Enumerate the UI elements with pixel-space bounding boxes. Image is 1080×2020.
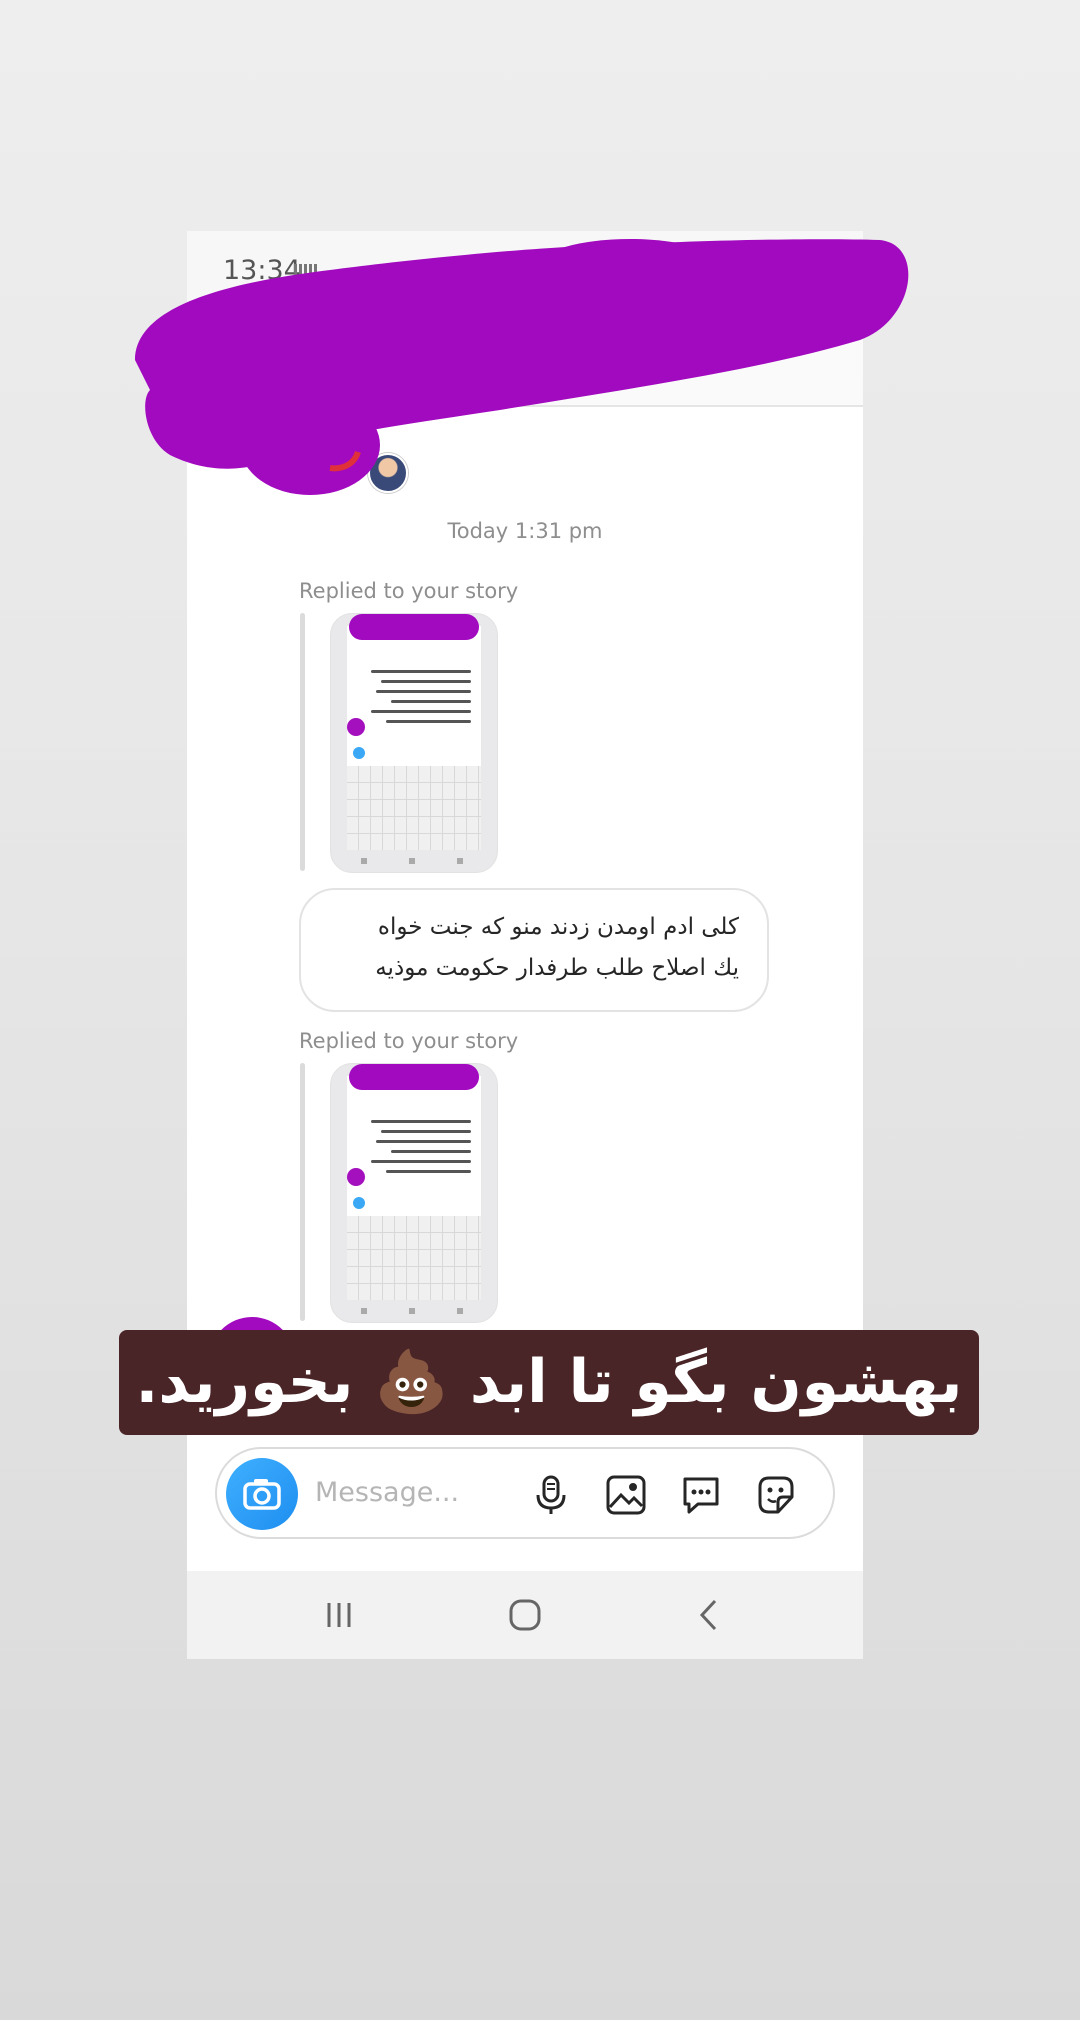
gallery-icon[interactable] xyxy=(604,1473,648,1517)
thumbnail-text-line xyxy=(386,720,471,723)
thumbnail-text-line xyxy=(371,710,471,713)
thumbnail-avatar xyxy=(347,1168,365,1186)
chat-timestamp: Today 1:31 pm xyxy=(447,519,603,543)
message-line: يك اصلاح طلب طرفدار حکومت موذیه xyxy=(375,955,739,981)
thumbnail-redaction xyxy=(349,614,479,640)
thumbnail-text-line xyxy=(371,670,471,673)
camera-icon xyxy=(243,1479,281,1510)
home-icon[interactable] xyxy=(503,1593,547,1637)
story-caption: بهشون بگو تا ابد 💩 بخورید. xyxy=(119,1330,979,1435)
sticker-icon[interactable] xyxy=(754,1473,798,1517)
chat-bubble-icon[interactable] xyxy=(679,1473,723,1517)
thumbnail-text-line xyxy=(391,700,471,703)
thumbnail-text-line xyxy=(376,1140,471,1143)
thumbnail-text-line xyxy=(381,1130,471,1133)
thumbnail-text-line xyxy=(371,1120,471,1123)
reply-quote-bar xyxy=(300,1063,305,1321)
thumbnail-keyboard xyxy=(347,766,481,850)
thumbnail-text-line xyxy=(381,680,471,683)
status-grid-icon xyxy=(294,264,318,278)
story-reply-label: Replied to your story xyxy=(299,1029,519,1053)
thumbnail-text-line xyxy=(371,1160,471,1163)
reply-quote-bar xyxy=(300,613,305,871)
back-icon[interactable] xyxy=(687,1593,731,1637)
story-thumbnail[interactable] xyxy=(330,613,498,873)
story-thumbnail[interactable] xyxy=(330,1063,498,1323)
user-avatar xyxy=(368,453,408,493)
recent-apps-icon[interactable] xyxy=(317,1593,361,1637)
thumbnail-keyboard xyxy=(347,1216,481,1300)
thumbnail-camera-icon xyxy=(353,747,365,759)
thumbnail-camera-icon xyxy=(353,1197,365,1209)
thumbnail-text-line xyxy=(391,1150,471,1153)
thumbnail-text-line xyxy=(386,1170,471,1173)
phone-screenshot: 13:34 Today 1:31 pm Replied to your stor… xyxy=(187,231,863,1659)
thumbnail-navbar xyxy=(361,1308,467,1314)
thumbnail-text-line xyxy=(376,690,471,693)
message-input[interactable]: Message... xyxy=(315,1477,459,1508)
message-bubble[interactable]: کلی ادم اومدن زدند منو که جنت خواه يك اص… xyxy=(299,888,769,1012)
chat-header xyxy=(187,305,863,407)
status-bar: 13:34 xyxy=(187,231,863,305)
thumbnail-avatar xyxy=(347,718,365,736)
thumbnail-navbar xyxy=(361,858,467,864)
message-composer[interactable]: Message... xyxy=(215,1447,835,1539)
story-reply-label: Replied to your story xyxy=(299,579,519,603)
camera-button[interactable] xyxy=(226,1458,298,1530)
thumbnail-redaction xyxy=(349,1064,479,1090)
status-time: 13:34 xyxy=(223,255,301,286)
system-navbar xyxy=(187,1571,863,1659)
message-line: کلی ادم اومدن زدند منو که جنت خواه xyxy=(377,914,739,940)
microphone-icon[interactable] xyxy=(529,1473,573,1517)
